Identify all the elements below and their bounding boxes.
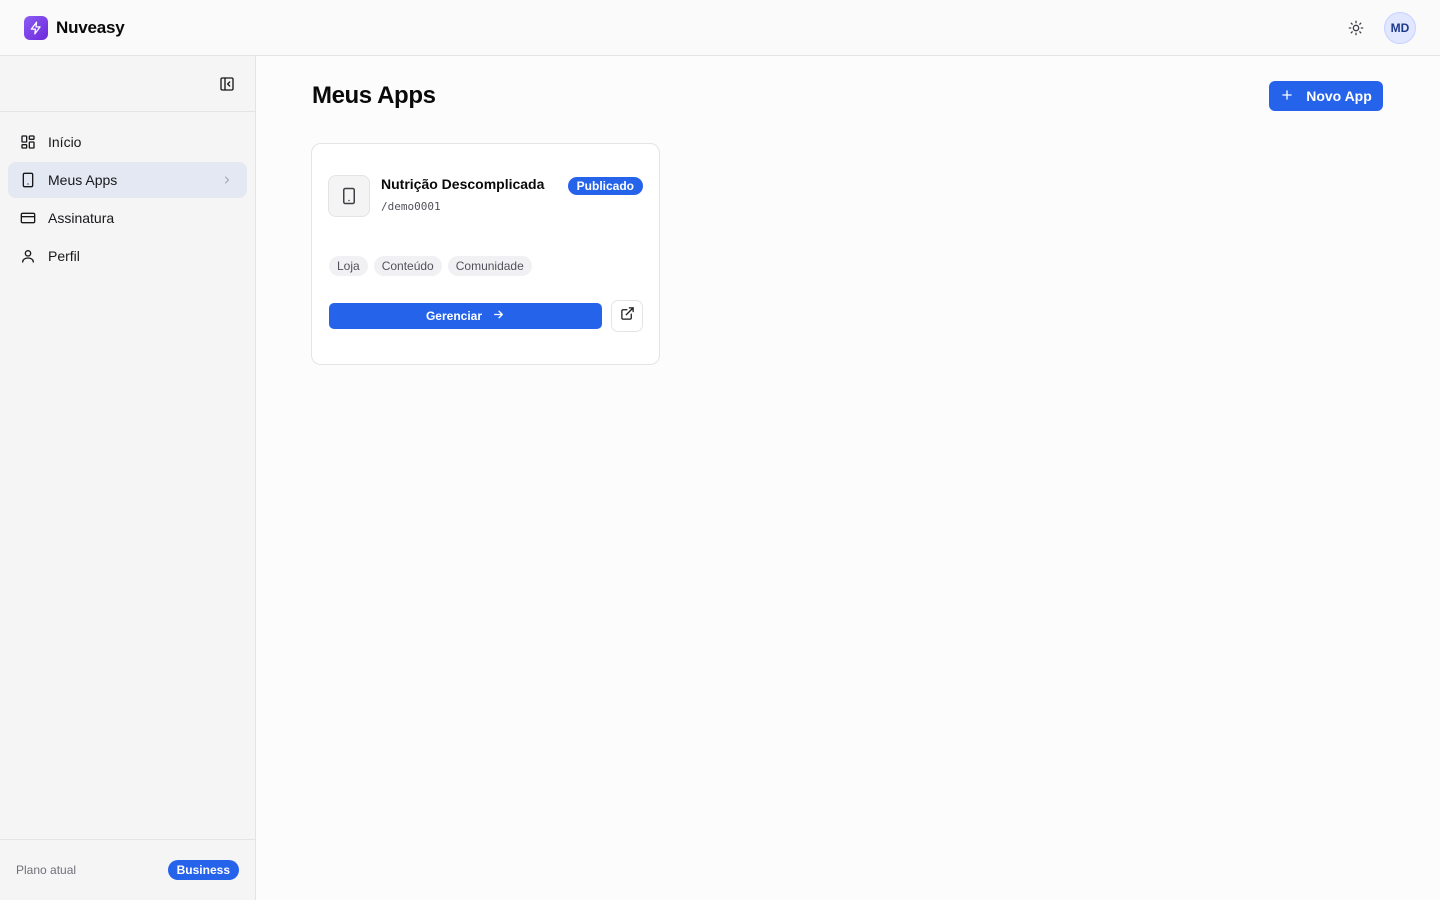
chevron-right-icon bbox=[219, 172, 235, 188]
tag: Conteúdo bbox=[373, 256, 442, 276]
tag: Comunidade bbox=[447, 256, 532, 276]
page-title: Meus Apps bbox=[312, 82, 436, 109]
sidebar: Início Meus Apps Assinatura Perfil Plano… bbox=[0, 56, 256, 900]
main-content: Meus Apps Novo App Nutrição Descomplicad… bbox=[256, 56, 1440, 900]
sidebar-item-perfil[interactable]: Perfil bbox=[8, 238, 247, 274]
sidebar-item-meus-apps[interactable]: Meus Apps bbox=[8, 162, 247, 198]
sidebar-item-label: Meus Apps bbox=[48, 172, 118, 188]
manage-button[interactable]: Gerenciar bbox=[329, 303, 602, 329]
sidebar-item-label: Início bbox=[48, 134, 82, 150]
new-app-label: Novo App bbox=[1306, 88, 1372, 104]
sidebar-item-assinatura[interactable]: Assinatura bbox=[8, 200, 247, 236]
phone-icon bbox=[328, 175, 370, 217]
app-name: Nutrição Descomplicada bbox=[381, 176, 545, 192]
panel-collapse-icon[interactable] bbox=[217, 74, 237, 94]
phone-icon bbox=[20, 172, 36, 188]
arrow-right-icon bbox=[492, 308, 505, 324]
top-header: Nuveasy MD bbox=[0, 0, 1440, 56]
sidebar-item-label: Perfil bbox=[48, 248, 80, 264]
sidebar-item-inicio[interactable]: Início bbox=[8, 124, 247, 160]
plan-badge: Business bbox=[167, 860, 239, 880]
avatar[interactable]: MD bbox=[1384, 11, 1416, 44]
external-link-button[interactable] bbox=[611, 300, 643, 332]
app-slug: /demo0001 bbox=[381, 200, 441, 213]
plan-label: Plano atual bbox=[16, 863, 77, 877]
dashboard-grid-icon bbox=[20, 134, 36, 150]
tag: Loja bbox=[329, 256, 368, 276]
user-icon bbox=[20, 248, 36, 264]
sidebar-top bbox=[0, 56, 255, 112]
sun-icon[interactable] bbox=[1344, 16, 1368, 40]
sidebar-item-label: Assinatura bbox=[48, 210, 115, 226]
new-app-button[interactable]: Novo App bbox=[1269, 81, 1383, 111]
sidebar-footer: Plano atual Business bbox=[0, 839, 255, 900]
plus-icon bbox=[1280, 88, 1294, 105]
brand[interactable]: Nuveasy bbox=[24, 15, 125, 40]
app-tags: Loja Conteúdo Comunidade bbox=[329, 256, 532, 276]
app-card: Nutrição Descomplicada /demo0001 Publica… bbox=[311, 143, 660, 365]
brand-name: Nuveasy bbox=[56, 17, 125, 37]
manage-label: Gerenciar bbox=[425, 309, 483, 323]
credit-card-icon bbox=[20, 210, 36, 226]
sidebar-nav: Início Meus Apps Assinatura Perfil bbox=[0, 112, 255, 286]
status-badge: Publicado bbox=[567, 177, 643, 195]
external-link-icon bbox=[620, 306, 635, 326]
lightning-bolt-icon bbox=[24, 15, 48, 40]
